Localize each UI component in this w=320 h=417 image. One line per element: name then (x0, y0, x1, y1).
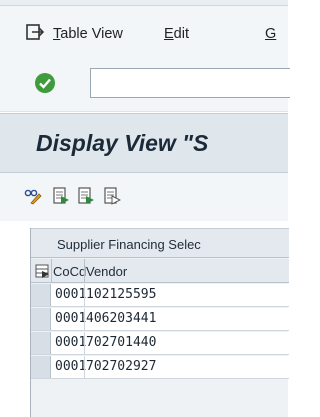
command-field[interactable] (90, 68, 290, 98)
column-separator (84, 356, 85, 379)
menu-edit-label: dit (173, 26, 189, 42)
command-toolbar (0, 56, 290, 112)
title-area: Display View "S (0, 113, 288, 173)
menu-goto[interactable]: G (265, 26, 276, 42)
cell-vendor[interactable]: 102125595 (86, 287, 156, 302)
row-selector[interactable] (31, 308, 51, 330)
column-separator (84, 308, 85, 331)
column-separator (84, 259, 85, 283)
menu-goto-mnemonic: G (265, 26, 277, 42)
row-selector[interactable] (31, 332, 51, 354)
cell-vendor[interactable]: 702701440 (86, 335, 156, 350)
table-row: 0001 406203441 (31, 308, 289, 331)
table-row: 0001 102125595 (31, 284, 289, 307)
cell-cocd[interactable]: 0001 (55, 287, 86, 302)
menu-bar: Table View Edit G (0, 6, 288, 56)
column-separator (84, 284, 85, 307)
glasses-pencil-icon[interactable] (24, 187, 42, 205)
cell-vendor[interactable]: 702702927 (86, 359, 156, 374)
new-entries-icon[interactable] (52, 187, 70, 205)
menu-exit-icon[interactable] (26, 24, 44, 40)
column-header-cocd[interactable]: CoCd (53, 264, 86, 279)
menu-edit-mnemonic: E (164, 26, 174, 42)
copy-entry-icon[interactable] (77, 187, 95, 205)
page-title: Display View "S (36, 130, 209, 156)
menu-table-view[interactable]: Table View (53, 26, 123, 42)
table-row: 0001 702701440 (31, 332, 289, 355)
select-all-icon[interactable] (34, 263, 50, 279)
menu-edit[interactable]: Edit (164, 26, 189, 42)
cell-cocd[interactable]: 0001 (55, 335, 86, 350)
cell-cocd[interactable]: 0001 (55, 311, 86, 326)
column-separator (84, 332, 85, 355)
column-separator (51, 259, 52, 283)
cell-vendor[interactable]: 406203441 (86, 311, 156, 326)
row-selector[interactable] (31, 284, 51, 306)
delete-entry-icon[interactable] (103, 187, 121, 205)
column-header-vendor[interactable]: Vendor (86, 264, 127, 279)
table-title-bar: Supplier Financing Selec (31, 228, 289, 258)
application-toolbar (0, 173, 288, 221)
row-selector[interactable] (31, 356, 51, 378)
table-column-header: CoCd Vendor (31, 259, 289, 283)
table-title: Supplier Financing Selec (57, 237, 201, 252)
checkmark-circle-icon[interactable] (35, 73, 55, 93)
table-control: Supplier Financing Selec CoCd Vendor 000… (30, 228, 289, 417)
menu-table-view-label: able View (60, 26, 123, 42)
table-row: 0001 702702927 (31, 356, 289, 379)
cell-cocd[interactable]: 0001 (55, 359, 86, 374)
